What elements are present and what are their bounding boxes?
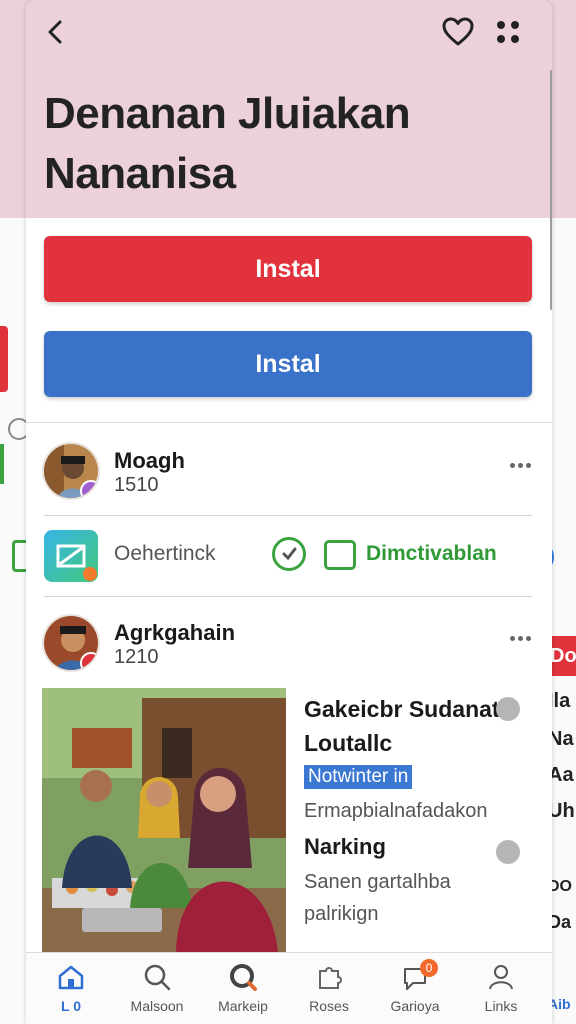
- back-button[interactable]: [38, 14, 74, 50]
- app-row-label: Oehertinck: [114, 542, 216, 565]
- dots-grid-icon: [497, 21, 519, 43]
- check-circle-button[interactable]: [272, 537, 306, 571]
- post-subdescription: Sanen gartalhba palrikign: [304, 871, 451, 925]
- background-green-line: [0, 444, 4, 484]
- check-icon: [282, 547, 297, 561]
- activate-icon[interactable]: [324, 540, 356, 570]
- notification-badge: 0: [420, 959, 438, 977]
- nav-item-market[interactable]: Markeip: [206, 953, 280, 1024]
- nav-item-search[interactable]: Malsoon: [120, 953, 194, 1024]
- status-badge: [80, 652, 98, 670]
- more-options-button[interactable]: [492, 16, 524, 48]
- post-image: [42, 688, 286, 952]
- post-subtitle: Narking: [304, 834, 386, 859]
- check-badge-icon: [496, 840, 520, 864]
- row-divider: [44, 596, 532, 597]
- section-divider: [26, 422, 552, 423]
- row-divider: [44, 515, 532, 516]
- status-badge: [80, 480, 98, 498]
- app-logo-icon: [56, 544, 97, 581]
- nav-item-roses[interactable]: Roses: [292, 953, 366, 1024]
- page-title-line: Nananisa: [44, 149, 236, 198]
- person-icon: [489, 965, 513, 990]
- more-options-icon[interactable]: [510, 455, 534, 468]
- nav-label: L 0: [61, 998, 81, 1014]
- scrollbar[interactable]: [550, 70, 552, 310]
- background-text-line: Uh: [548, 800, 575, 822]
- profile-count: 1510: [114, 474, 159, 496]
- nav-label: Garioya: [390, 998, 440, 1014]
- nav-item-chat[interactable]: 0 Garioya: [378, 953, 452, 1024]
- profile-count: 1210: [114, 646, 159, 668]
- nav-label: Links: [484, 998, 518, 1014]
- profile-name: Moagh: [114, 448, 185, 473]
- header: Denanan Jluiakan Nananisa: [26, 0, 552, 218]
- post-photo[interactable]: [42, 688, 286, 952]
- nav-label: Roses: [309, 998, 349, 1014]
- app-icon[interactable]: [44, 530, 98, 582]
- nav-label: Markeip: [218, 998, 268, 1014]
- highlighted-tag[interactable]: Notwinter in: [304, 765, 413, 789]
- nav-item-home[interactable]: L 0: [34, 953, 108, 1024]
- app-detail-card: Denanan Jluiakan Nananisa Instal Instal …: [26, 0, 552, 1024]
- heart-icon: [442, 17, 474, 46]
- background-red-button: [0, 326, 8, 392]
- chevron-left-icon: [48, 20, 62, 44]
- activate-link[interactable]: Dimctivablan: [366, 542, 497, 566]
- install-button-secondary[interactable]: Instal: [44, 331, 532, 397]
- page-title-line: Denanan Jluiakan: [44, 89, 411, 138]
- avatar[interactable]: [42, 614, 100, 672]
- profile-name: Agrkgahain: [114, 620, 236, 645]
- nav-item-links[interactable]: Links: [464, 953, 538, 1024]
- home-icon: [58, 965, 84, 990]
- favorite-button[interactable]: [440, 14, 476, 50]
- more-options-icon[interactable]: [510, 628, 534, 641]
- nav-label: Malsoon: [130, 998, 184, 1014]
- bottom-navigation: L 0 Malsoon Markeip Roses 0 Garioya Link…: [26, 952, 552, 1024]
- avatar[interactable]: [42, 442, 100, 500]
- puzzle-icon: [319, 967, 342, 989]
- page-title: Denanan Jluiakan Nananisa: [44, 84, 524, 204]
- post-description: Ermapbialnafadakon: [304, 800, 488, 822]
- install-button-primary[interactable]: Instal: [44, 236, 532, 302]
- check-badge-icon: [496, 697, 520, 721]
- search-outline-icon: [230, 964, 257, 991]
- search-icon: [144, 964, 171, 991]
